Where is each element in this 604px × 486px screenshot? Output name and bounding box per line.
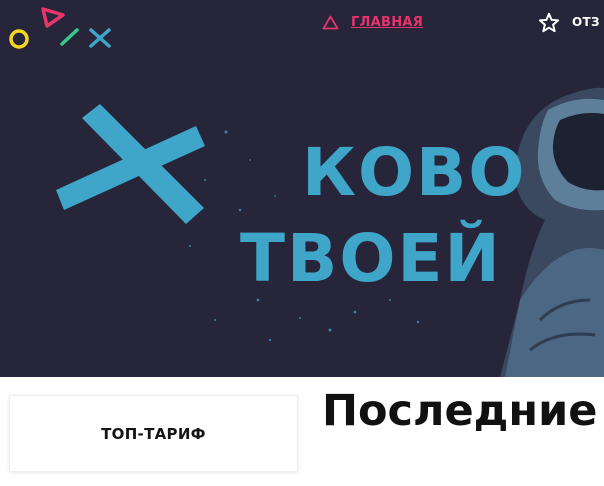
nav-home-link[interactable]: ГЛАВНАЯ xyxy=(322,10,423,34)
nav-reviews-link[interactable]: ОТЗ xyxy=(538,10,600,34)
section-title: Последние xyxy=(322,386,598,436)
hero-banner: КОВО ТВОЕЙ ГЛАВНАЯ ОТЗ xyxy=(0,0,604,377)
triangle-icon xyxy=(41,7,65,28)
astronaut-figure xyxy=(500,87,604,377)
x-icon xyxy=(89,28,111,48)
x-cross-icon xyxy=(56,104,205,224)
triangle-icon xyxy=(322,15,339,29)
hero-headline-line2: ТВОЕЙ xyxy=(240,220,502,297)
nav-reviews-label: ОТЗ xyxy=(572,15,600,29)
site-logo[interactable] xyxy=(0,0,130,60)
top-tariff-card[interactable]: ТОП-ТАРИФ xyxy=(9,395,298,472)
circle-icon xyxy=(9,29,29,49)
nav-home-label: ГЛАВНАЯ xyxy=(351,14,424,30)
top-tariff-title: ТОП-ТАРИФ xyxy=(101,424,206,443)
hero-headline-line1: КОВО xyxy=(302,134,527,211)
slash-icon xyxy=(60,28,79,46)
star-icon xyxy=(538,12,560,32)
